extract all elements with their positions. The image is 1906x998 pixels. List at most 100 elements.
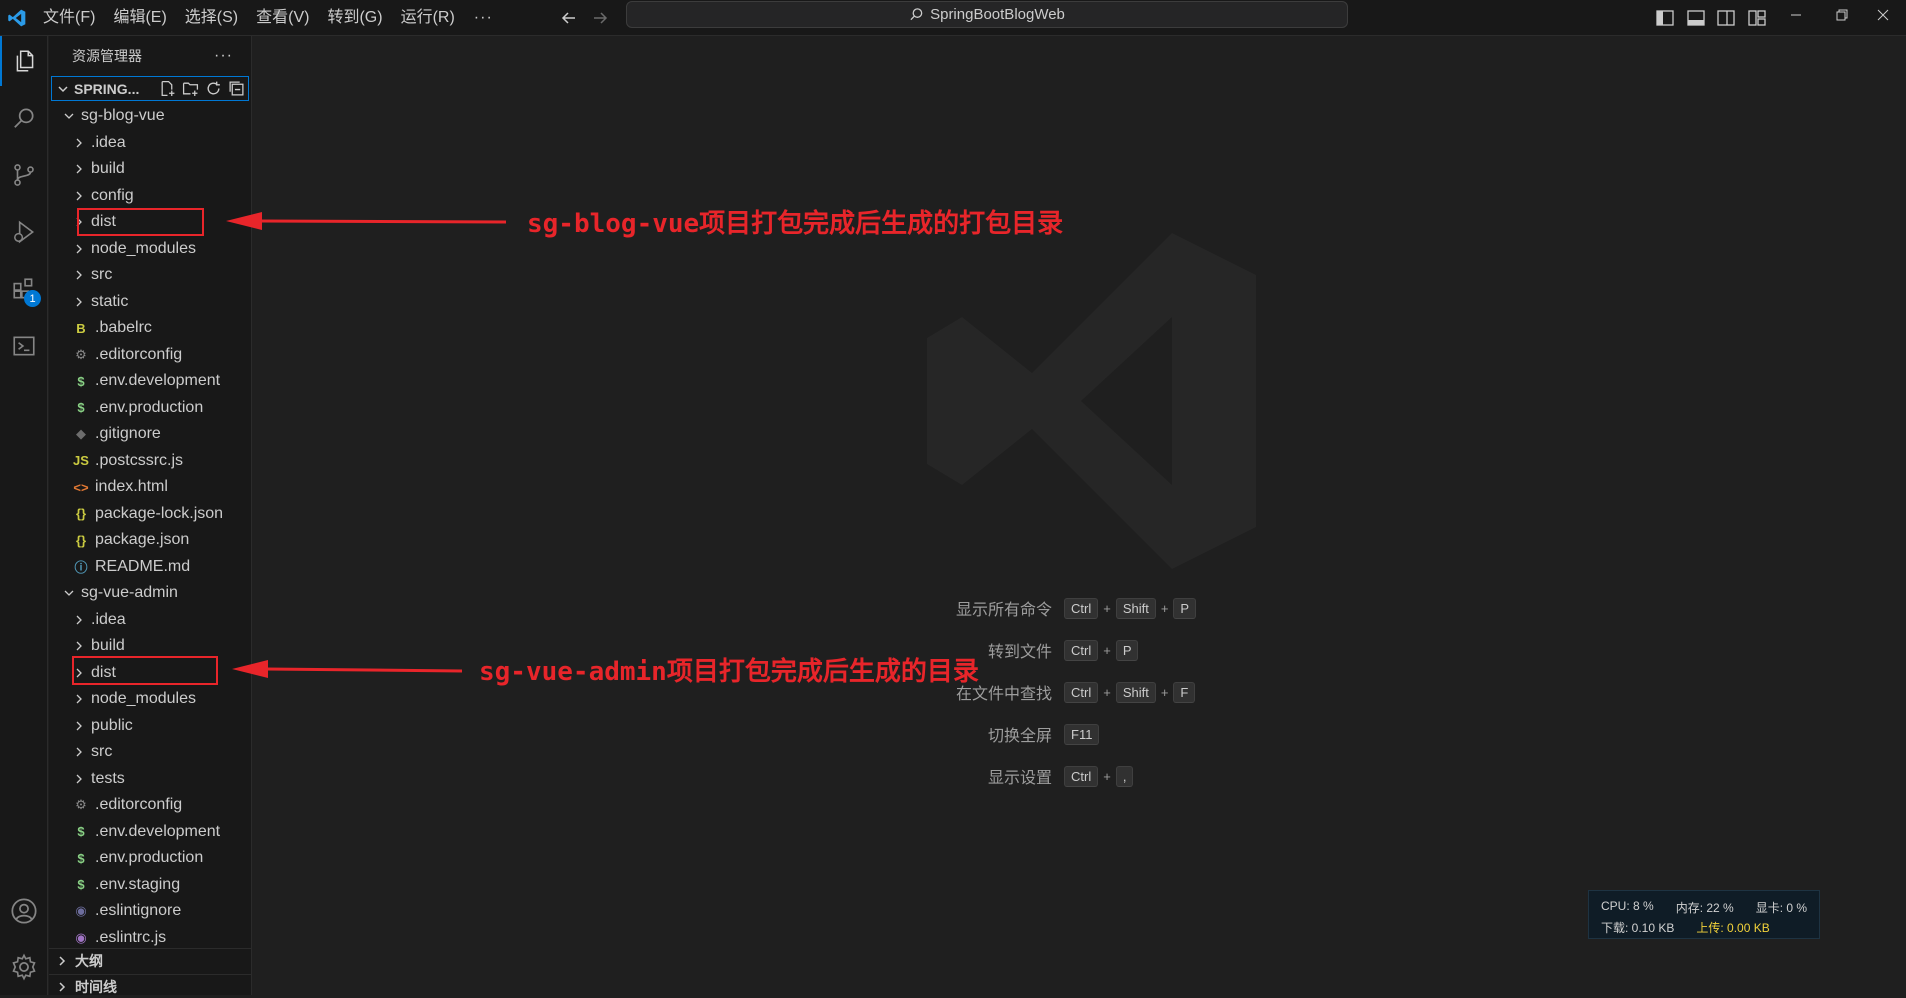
key-plus: + bbox=[1103, 600, 1111, 616]
tree-item-label: .env.production bbox=[95, 398, 204, 416]
timeline-section[interactable]: 时间线 bbox=[49, 974, 251, 998]
search-icon[interactable] bbox=[0, 93, 48, 143]
folder-item[interactable]: node_modules bbox=[73, 686, 251, 712]
key-plus: + bbox=[1103, 684, 1111, 700]
settings-gear-icon[interactable] bbox=[0, 942, 48, 992]
command-center-search[interactable]: SpringBootBlogWeb bbox=[626, 1, 1348, 28]
keybinding-key: Ctrl bbox=[1064, 765, 1099, 787]
toggle-panel-icon[interactable] bbox=[1684, 6, 1708, 30]
chevron-right-icon bbox=[73, 614, 85, 626]
title-bar: 文件(F) 编辑(E) 选择(S) 查看(V) 转到(G) 运行(R) ··· … bbox=[0, 0, 1906, 36]
workspace-root-row[interactable]: SPRING... bbox=[51, 76, 249, 101]
new-file-icon[interactable] bbox=[159, 80, 176, 97]
folder-item[interactable]: src bbox=[73, 262, 251, 288]
folder-item[interactable]: config bbox=[73, 183, 251, 209]
file-item[interactable]: $ .env.staging bbox=[73, 872, 251, 898]
annotation-text-1: sg-blog-vue项目打包完成后生成的打包目录 bbox=[527, 209, 1064, 239]
file-item[interactable]: <> index.html bbox=[73, 474, 251, 500]
run-debug-icon[interactable] bbox=[0, 207, 48, 257]
source-control-icon[interactable] bbox=[0, 150, 48, 200]
dollar-icon: $ bbox=[77, 824, 85, 839]
menu-view[interactable]: 查看(V) bbox=[247, 0, 318, 36]
account-icon[interactable] bbox=[0, 886, 48, 936]
timeline-label: 时间线 bbox=[75, 978, 117, 995]
search-icon bbox=[910, 8, 923, 21]
file-item[interactable]: $ .env.development bbox=[73, 819, 251, 845]
file-item[interactable]: ⚙ .editorconfig bbox=[73, 792, 251, 818]
explorer-icon[interactable] bbox=[0, 36, 48, 86]
file-item[interactable]: ⚙ .editorconfig bbox=[73, 342, 251, 368]
chevron-right-icon bbox=[73, 773, 85, 785]
file-item[interactable]: ◉ .eslintrc.js bbox=[73, 925, 251, 951]
folder-item[interactable]: sg-vue-admin bbox=[63, 580, 251, 606]
chevron-right-icon bbox=[73, 693, 85, 705]
restore-button[interactable] bbox=[1819, 0, 1865, 30]
outline-section[interactable]: 大纲 bbox=[49, 948, 251, 972]
dollar-icon: $ bbox=[77, 373, 85, 389]
menu-go[interactable]: 转到(G) bbox=[318, 0, 391, 36]
tree-item-label: .idea bbox=[91, 610, 126, 628]
menu-selection[interactable]: 选择(S) bbox=[176, 0, 247, 36]
vscode-watermark-logo bbox=[927, 233, 1256, 569]
toggle-secondary-sidebar-icon[interactable] bbox=[1714, 6, 1738, 30]
file-item[interactable]: $ .env.production bbox=[73, 845, 251, 871]
file-item[interactable]: {} package.json bbox=[73, 527, 251, 553]
git-icon: ◆ bbox=[76, 426, 86, 441]
tree-item-label: .eslintrc.js bbox=[95, 928, 167, 946]
file-item[interactable]: $ .env.production bbox=[73, 395, 251, 421]
keybinding-key: Shift bbox=[1115, 597, 1156, 619]
file-item[interactable]: {} package-lock.json bbox=[73, 501, 251, 527]
tree-item-label: package-lock.json bbox=[95, 504, 224, 522]
menu-run[interactable]: 运行(R) bbox=[392, 0, 464, 36]
vscode-logo-icon[interactable] bbox=[0, 0, 34, 36]
menu-file[interactable]: 文件(F) bbox=[34, 0, 104, 36]
toggle-primary-sidebar-icon[interactable] bbox=[1653, 6, 1677, 30]
explorer-header: 资源管理器 ··· bbox=[49, 36, 251, 76]
file-item[interactable]: JS .postcssrc.js bbox=[73, 448, 251, 474]
folder-item[interactable]: tests bbox=[73, 766, 251, 792]
outline-label: 大纲 bbox=[75, 952, 103, 969]
customize-layout-icon[interactable] bbox=[1745, 6, 1769, 30]
folder-item[interactable]: static bbox=[73, 289, 251, 315]
explorer-more-button[interactable]: ··· bbox=[214, 47, 233, 65]
tree-item-label: node_modules bbox=[91, 239, 196, 257]
terminal-icon[interactable] bbox=[0, 321, 48, 371]
folder-item[interactable]: .idea bbox=[73, 130, 251, 156]
info-icon: ⓘ bbox=[74, 560, 88, 575]
tree-item-label: .gitignore bbox=[95, 425, 161, 442]
folder-item[interactable]: sg-blog-vue bbox=[63, 103, 251, 129]
file-item[interactable]: $ .env.development bbox=[73, 368, 251, 394]
close-button[interactable] bbox=[1860, 0, 1906, 30]
back-arrow-icon[interactable] bbox=[558, 7, 580, 29]
minimize-button[interactable] bbox=[1773, 0, 1819, 30]
forward-arrow-icon[interactable] bbox=[589, 7, 611, 29]
extensions-icon[interactable]: 1 bbox=[0, 264, 48, 314]
shortcut-label: 显示设置 bbox=[987, 770, 1052, 787]
folder-item[interactable]: public bbox=[73, 713, 251, 739]
json-icon: {} bbox=[75, 532, 87, 548]
keybinding-key: , bbox=[1115, 765, 1134, 787]
menu-more-button[interactable]: ··· bbox=[464, 0, 503, 36]
file-item[interactable]: ⓘ README.md bbox=[73, 554, 251, 580]
tree-item-label: .env.development bbox=[95, 372, 221, 389]
folder-item[interactable]: src bbox=[73, 739, 251, 765]
tree-item-label: package.json bbox=[95, 531, 190, 548]
folder-item[interactable]: build bbox=[73, 156, 251, 182]
chevron-right-icon bbox=[73, 163, 85, 175]
folder-item[interactable]: .idea bbox=[73, 607, 251, 633]
chevron-right-icon bbox=[59, 981, 66, 992]
file-item[interactable]: ◆ .gitignore bbox=[73, 421, 251, 447]
memory-usage: 内存: 22 % bbox=[1675, 901, 1734, 915]
folder-item[interactable]: node_modules bbox=[73, 236, 251, 262]
json-icon: {} bbox=[75, 506, 87, 521]
new-folder-icon[interactable] bbox=[182, 80, 199, 97]
menu-bar: 文件(F) 编辑(E) 选择(S) 查看(V) 转到(G) 运行(R) ··· bbox=[34, 0, 503, 36]
keybinding-key: P bbox=[1173, 597, 1197, 619]
tree-item-label: .editorconfig bbox=[95, 796, 183, 813]
collapse-all-icon[interactable] bbox=[228, 80, 245, 97]
menu-edit[interactable]: 编辑(E) bbox=[104, 0, 175, 36]
chevron-right-icon bbox=[73, 720, 85, 732]
refresh-icon[interactable] bbox=[205, 80, 222, 97]
file-item[interactable]: ◉ .eslintignore bbox=[73, 898, 251, 924]
file-item[interactable]: B .babelrc bbox=[73, 315, 251, 341]
